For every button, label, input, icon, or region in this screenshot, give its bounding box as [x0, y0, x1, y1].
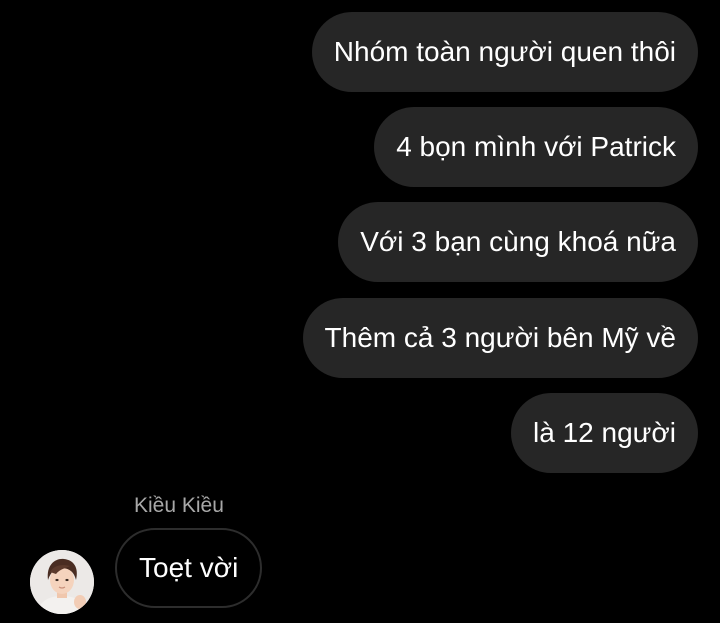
sent-message[interactable]: là 12 người	[511, 393, 698, 473]
message-text: 4 bọn mình với Patrick	[396, 131, 676, 162]
sent-message[interactable]: Nhóm toàn người quen thôi	[311, 12, 698, 92]
sent-message[interactable]: Thêm cả 3 người bên Mỹ về	[302, 298, 698, 378]
message-text: là 12 người	[533, 417, 676, 448]
chat-thread: Nhóm toàn người quen thôi 4 bọn mình với…	[0, 0, 720, 623]
received-message[interactable]: Toẹt vời	[115, 528, 263, 608]
profile-photo-icon	[30, 550, 94, 614]
avatar[interactable]	[30, 550, 94, 614]
message-text: Nhóm toàn người quen thôi	[333, 36, 676, 67]
sender-name: Kiều Kiều	[134, 494, 224, 517]
message-text: Với 3 bạn cùng khoá nữa	[360, 226, 676, 257]
message-text: Toẹt vời	[139, 552, 239, 583]
message-text: Thêm cả 3 người bên Mỹ về	[324, 322, 676, 353]
sent-message[interactable]: 4 bọn mình với Patrick	[374, 107, 698, 187]
sent-message[interactable]: Với 3 bạn cùng khoá nữa	[338, 202, 698, 282]
